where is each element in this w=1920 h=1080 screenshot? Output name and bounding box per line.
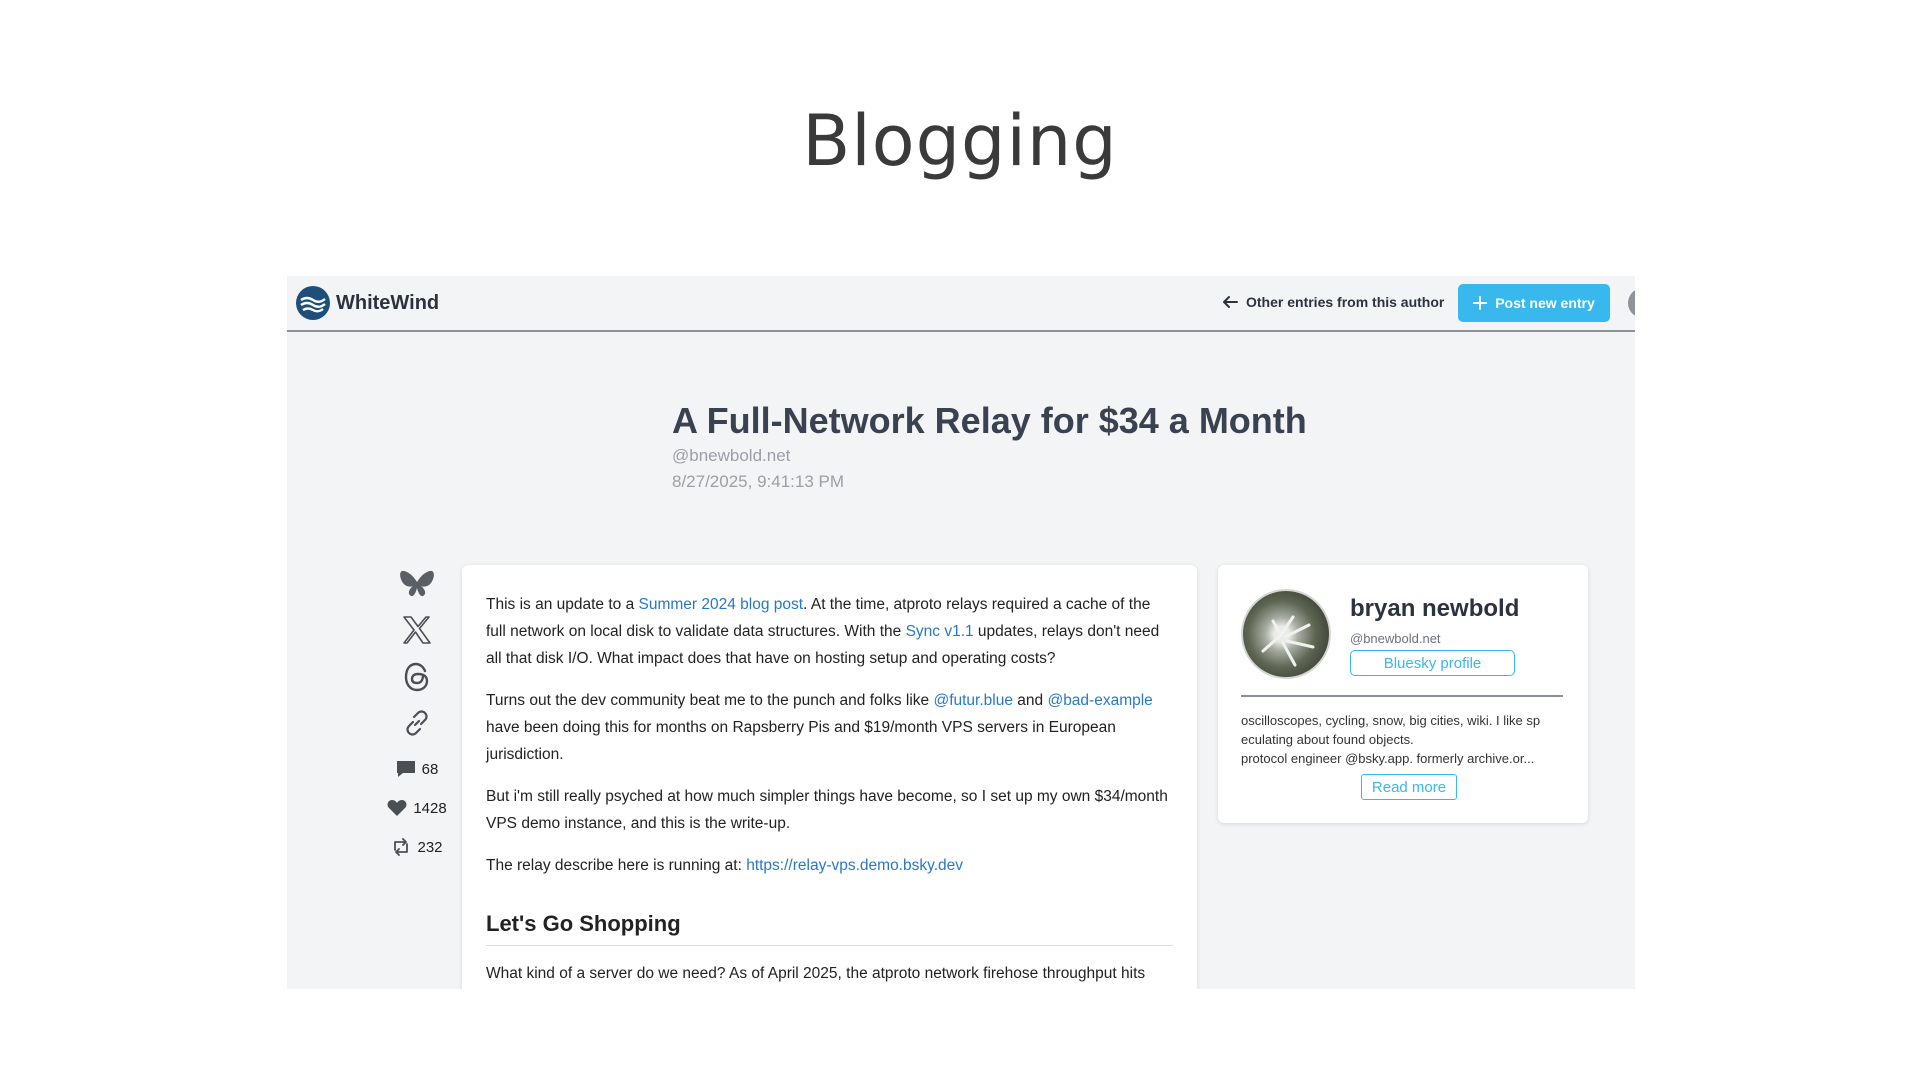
- plus-icon: [1473, 296, 1488, 310]
- slide-title: Blogging: [802, 100, 1118, 182]
- app-logo[interactable]: WhiteWind: [296, 286, 439, 320]
- whitewind-logo-icon: [296, 286, 330, 320]
- x-icon: [403, 616, 431, 644]
- app-name: WhiteWind: [336, 291, 440, 314]
- paragraph-2: Turns out the dev community beat me to t…: [486, 687, 1173, 768]
- bluesky-share-button[interactable]: [377, 568, 457, 604]
- bio-line: protocol engineer @bsky.app. formerly ar…: [1241, 751, 1535, 766]
- author-bio: oscilloscopes, cycling, snow, big cities…: [1241, 711, 1574, 768]
- futur-blue-mention[interactable]: @futur.blue: [933, 692, 1013, 709]
- paragraph-1: This is an update to a Summer 2024 blog …: [486, 591, 1173, 672]
- bluesky-butterfly-icon: [400, 570, 434, 597]
- article-title: A Full-Network Relay for $34 a Month: [672, 400, 1307, 441]
- heart-icon: [387, 800, 407, 816]
- comments-count: 68: [421, 760, 439, 778]
- text: This is an update to a: [486, 596, 639, 613]
- other-entries-link[interactable]: Other entries from this author: [1222, 294, 1444, 310]
- threads-icon: [404, 662, 429, 692]
- section-heading: Let's Go Shopping: [486, 907, 1173, 946]
- author-name: bryan newbold: [1350, 595, 1520, 622]
- x-share-button[interactable]: [377, 615, 457, 651]
- article-body: This is an update to a Summer 2024 blog …: [462, 565, 1197, 989]
- read-more-button[interactable]: Read more: [1361, 774, 1457, 800]
- text: The relay describe here is running at:: [486, 857, 747, 874]
- comment-icon: [396, 761, 415, 777]
- bio-line: oscilloscopes, cycling, snow, big cities…: [1241, 713, 1541, 728]
- sync-v1-1-link[interactable]: Sync v1.1: [906, 623, 974, 640]
- likes-count: 1428: [413, 799, 447, 817]
- comments-stat[interactable]: 68: [377, 760, 457, 778]
- reposts-stat[interactable]: 232: [377, 838, 457, 856]
- text: Turns out the dev community beat me to t…: [486, 692, 934, 709]
- author-handle-link[interactable]: @bnewbold.net: [672, 446, 790, 466]
- author-profile-card: bryan newbold @bnewbold.net Bluesky prof…: [1218, 565, 1588, 823]
- summer-2024-post-link[interactable]: Summer 2024 blog post: [639, 596, 804, 613]
- divider: [1241, 695, 1563, 697]
- browser-viewport: WhiteWind Other entries from this author…: [287, 276, 1635, 989]
- repost-icon: [394, 838, 409, 856]
- text: have been doing this for months on Rapsb…: [486, 719, 1116, 763]
- threads-share-button[interactable]: [377, 661, 457, 697]
- paragraph-3: But i'm still really psyched at how much…: [486, 788, 1168, 832]
- bluesky-profile-button[interactable]: Bluesky profile: [1350, 650, 1515, 676]
- arrow-left-icon: [1223, 296, 1238, 308]
- paragraph-5: What kind of a server do we need? As of …: [486, 965, 1146, 982]
- article-date: 8/27/2025, 9:41:13 PM: [672, 472, 845, 491]
- bio-line: eculating about found objects.: [1241, 732, 1414, 747]
- reposts-count: 232: [417, 838, 443, 856]
- post-new-entry-button[interactable]: Post new entry: [1458, 284, 1610, 322]
- copy-link-button[interactable]: [377, 709, 457, 745]
- likes-stat[interactable]: 1428: [377, 799, 457, 817]
- link-icon: [406, 710, 428, 736]
- text: and: [1012, 692, 1048, 709]
- top-nav-bar: WhiteWind Other entries from this author…: [287, 276, 1635, 332]
- bad-example-mention[interactable]: @bad-example: [1047, 692, 1152, 709]
- user-avatar[interactable]: [1628, 288, 1635, 318]
- paragraph-4: The relay describe here is running at: h…: [486, 852, 1173, 879]
- relay-url-link[interactable]: https://relay-vps.demo.bsky.dev: [746, 857, 963, 874]
- other-entries-label: Other entries from this author: [1246, 294, 1445, 310]
- author-handle: @bnewbold.net: [1350, 631, 1441, 646]
- author-avatar[interactable]: [1241, 589, 1331, 679]
- post-new-entry-label: Post new entry: [1495, 295, 1595, 311]
